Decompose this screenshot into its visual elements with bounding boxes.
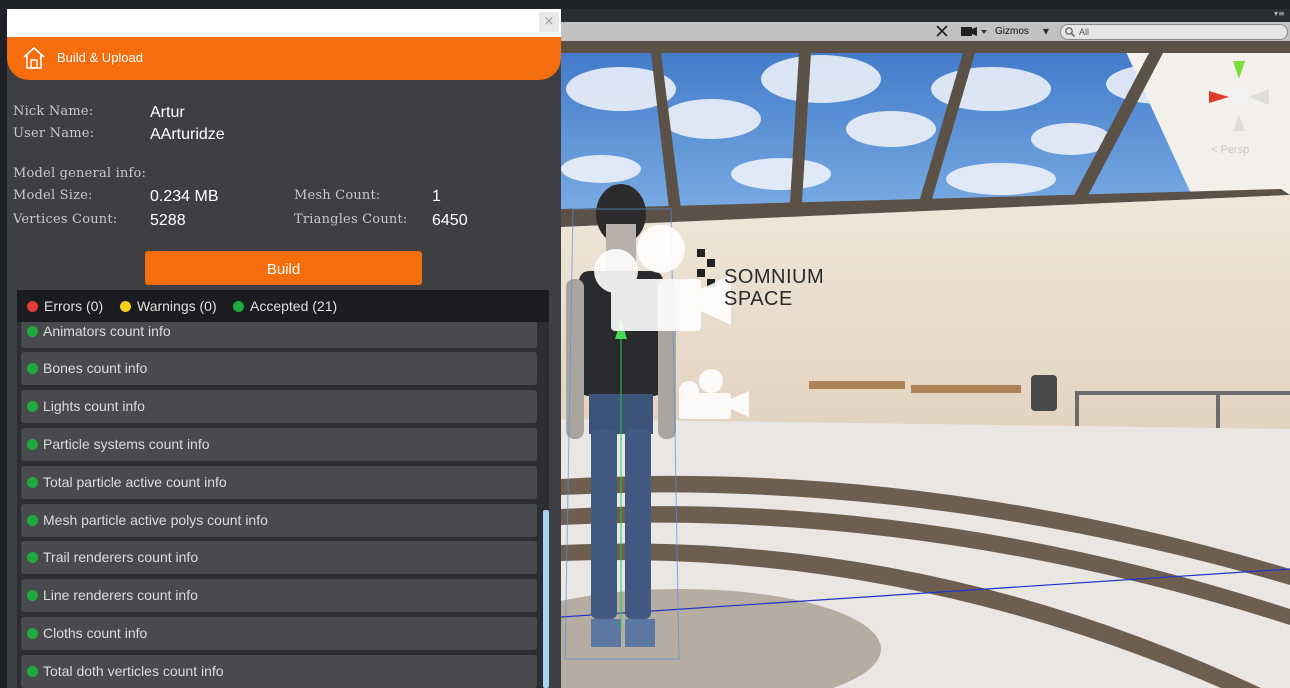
triangles-count-label: Triangles Count:	[294, 212, 408, 227]
railing	[1075, 391, 1290, 395]
accepted-status-icon	[27, 326, 38, 337]
accepted-status-icon	[233, 301, 244, 312]
accepted-status-icon	[27, 363, 38, 374]
vertices-count-value: 5288	[150, 212, 186, 229]
accepted-filter[interactable]: Accepted (21)	[233, 298, 337, 314]
accepted-status-icon	[27, 590, 38, 601]
user-name-value: AArturidze	[150, 126, 225, 143]
scrollbar-thumb[interactable]	[543, 510, 549, 688]
scene-toolbar: Gizmos ▼ All	[561, 22, 1290, 41]
errors-filter-label: Errors (0)	[44, 298, 104, 314]
accepted-status-icon	[27, 401, 38, 412]
bench	[809, 381, 905, 389]
scene-view[interactable]: SOMNIUM SPACE < Persp ▾≡ Gizmos ▼ All	[561, 9, 1290, 688]
panel-header: Build & Upload	[7, 37, 561, 80]
list-item-label: Total doth verticles count info	[43, 663, 224, 679]
list-item-label: Cloths count info	[43, 625, 148, 641]
list-item[interactable]: Bones count info	[21, 352, 537, 385]
list-item-label: Total particle active count info	[43, 474, 227, 490]
logo-line-2: SPACE	[724, 288, 793, 310]
close-button[interactable]: ×	[539, 12, 559, 32]
header-title: Build & Upload	[57, 50, 143, 65]
accepted-status-icon	[27, 477, 38, 488]
menu-icon[interactable]: ▾≡	[1274, 9, 1288, 19]
validation-filter-bar: Errors (0) Warnings (0) Accepted (21)	[17, 290, 549, 322]
mesh-count-value: 1	[432, 188, 441, 205]
accepted-status-icon	[27, 552, 38, 563]
trash-bin	[1031, 375, 1057, 411]
vertices-count-label: Vertices Count:	[13, 212, 118, 227]
user-name-label: User Name:	[13, 126, 95, 141]
list-item-label: Particle systems count info	[43, 436, 210, 452]
tools-icon[interactable]	[931, 23, 953, 40]
model-size-value: 0.234 MB	[150, 188, 219, 205]
triangles-count-value: 6450	[432, 212, 468, 229]
gizmos-dropdown[interactable]: Gizmos	[995, 23, 1029, 40]
list-item[interactable]: Mesh particle active polys count info	[21, 504, 537, 537]
search-input[interactable]: All	[1060, 24, 1288, 40]
list-item-label: Lights count info	[43, 398, 145, 414]
accepted-status-icon	[27, 515, 38, 526]
list-item[interactable]: Animators count info	[21, 322, 537, 348]
accepted-status-icon	[27, 666, 38, 677]
list-item-label: Animators count info	[43, 323, 171, 339]
warning-status-icon	[120, 301, 131, 312]
list-item[interactable]: Lights count info	[21, 390, 537, 423]
search-icon	[1065, 27, 1075, 37]
accepted-filter-label: Accepted (21)	[250, 298, 338, 314]
search-placeholder: All	[1079, 27, 1090, 37]
warnings-filter-label: Warnings (0)	[137, 298, 217, 314]
home-icon	[23, 46, 45, 69]
model-info-heading: Model general info:	[13, 166, 147, 181]
list-item[interactable]: Cloths count info	[21, 617, 537, 650]
build-upload-panel: × Build & Upload Nick Name: Artur User N…	[7, 9, 561, 688]
list-item[interactable]: Trail renderers count info	[21, 541, 537, 574]
warnings-filter[interactable]: Warnings (0)	[120, 298, 217, 314]
bench	[911, 385, 1021, 393]
list-item[interactable]: Total particle active count info	[21, 466, 537, 499]
scene-viewport[interactable]	[561, 9, 1290, 688]
panel-titlebar: ×	[7, 9, 561, 37]
error-status-icon	[27, 301, 38, 312]
nick-name-value: Artur	[150, 104, 185, 121]
list-item[interactable]: Total doth verticles count info	[21, 655, 537, 688]
list-item[interactable]: Line renderers count info	[21, 579, 537, 612]
chevron-down-icon[interactable]: ▼	[1040, 23, 1052, 40]
list-item-label: Trail renderers count info	[43, 549, 199, 565]
accepted-status-icon	[27, 439, 38, 450]
camera-settings-icon[interactable]	[957, 23, 991, 40]
list-item[interactable]: Particle systems count info	[21, 428, 537, 461]
accepted-status-icon	[27, 628, 38, 639]
mesh-count-label: Mesh Count:	[294, 188, 381, 203]
list-item-label: Mesh particle active polys count info	[43, 512, 268, 528]
build-button[interactable]: Build	[145, 251, 422, 285]
list-item-label: Line renderers count info	[43, 587, 198, 603]
somnium-logo-text: SOMNIUM SPACE	[724, 266, 824, 310]
perspective-label[interactable]: < Persp	[1211, 144, 1249, 156]
model-size-label: Model Size:	[13, 188, 93, 203]
list-item-label: Bones count info	[43, 360, 148, 376]
validation-list[interactable]: Animators count info Bones count info Li…	[17, 322, 549, 688]
errors-filter[interactable]: Errors (0)	[27, 298, 103, 314]
logo-line-1: SOMNIUM	[724, 266, 825, 288]
nick-name-label: Nick Name:	[13, 104, 94, 119]
editor-top-strip: ▾≡	[561, 9, 1290, 22]
